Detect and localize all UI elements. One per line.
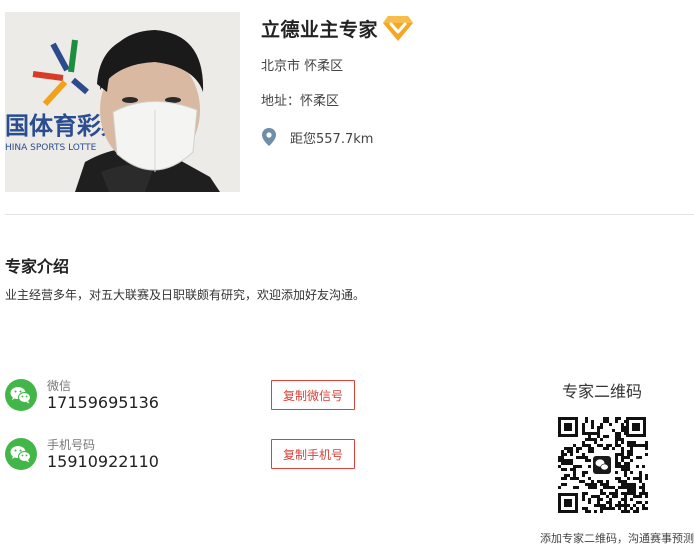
expert-photo: 国体育彩票 HINA SPORTS LOTTE [5, 12, 240, 192]
expert-name: 立德业主专家 [261, 18, 379, 41]
vip-diamond-icon [382, 12, 414, 44]
wechat-label: 微信 [47, 379, 72, 393]
wechat-id: 17159695136 [47, 393, 159, 412]
intro-text: 业主经营多年，对五大联赛及日职联颇有研究，欢迎添加好友沟通。 [5, 288, 366, 302]
qr-title: 专家二维码 [561, 382, 642, 401]
qr-caption: 添加专家二维码，沟通赛事预测 [540, 532, 694, 545]
expert-name-row: 立德业主专家 [261, 12, 414, 44]
section-divider [5, 214, 694, 215]
phone-label: 手机号码 [47, 438, 96, 452]
expert-address: 地址：怀柔区 [261, 94, 340, 109]
expert-city: 北京市 怀柔区 [261, 59, 344, 74]
distance-text: 距您557.7km [290, 131, 374, 147]
photo-sign-text-en: HINA SPORTS LOTTE [5, 143, 97, 153]
wechat-icon [5, 379, 37, 411]
phone-number: 15910922110 [47, 452, 159, 471]
copy-wechat-button[interactable]: 复制微信号 [271, 380, 355, 410]
distance-row: 距您557.7km [261, 126, 373, 148]
location-pin-icon [262, 128, 276, 146]
intro-title: 专家介绍 [5, 257, 70, 276]
copy-phone-button[interactable]: 复制手机号 [271, 439, 355, 469]
wechat-icon [5, 438, 37, 470]
qr-code-image [556, 415, 648, 515]
